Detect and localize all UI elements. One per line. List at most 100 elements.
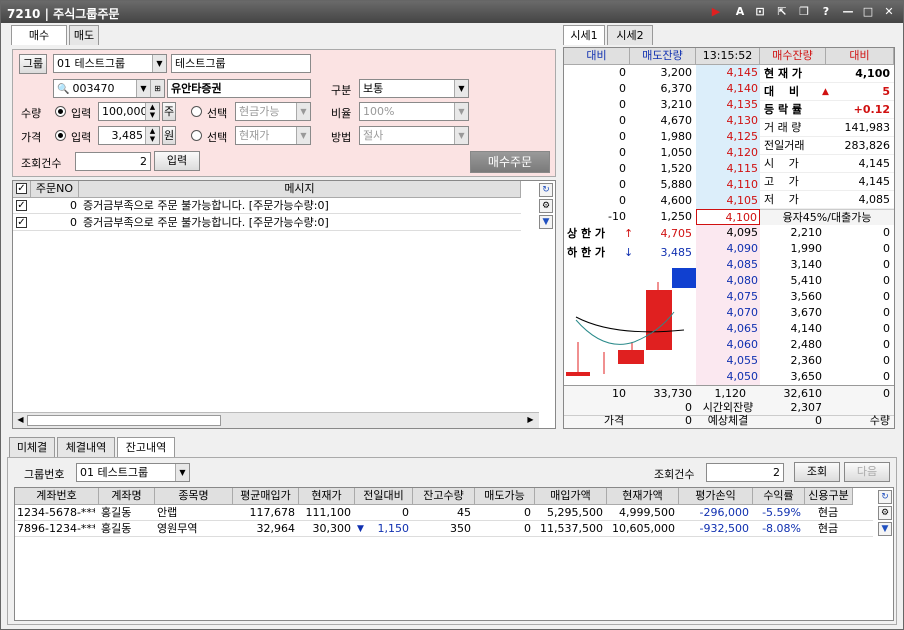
horizontal-scrollbar[interactable]: ◀ ▶ [13, 412, 539, 428]
select-all-checkbox[interactable]: ✓ [16, 183, 27, 194]
next-button[interactable]: 다음 [844, 462, 890, 482]
ask-row[interactable]: 0 6,370 4,140 [564, 81, 760, 97]
ask-price[interactable]: 4,115 [696, 161, 760, 177]
help-icon[interactable]: ? [819, 5, 833, 19]
close-icon[interactable]: ✕ [882, 5, 896, 19]
price-select-radio[interactable] [191, 130, 202, 141]
settings-icon[interactable]: ⚙ [539, 199, 553, 213]
ask-price[interactable]: 4,140 [696, 81, 760, 97]
tab-unfilled[interactable]: 미체결 [9, 437, 55, 457]
input-button[interactable]: 입력 [154, 151, 200, 171]
lookup-icon[interactable]: ⊞ [150, 80, 164, 97]
bid-price[interactable]: 4,095 [696, 225, 760, 241]
bid-row[interactable]: 4,090 1,990 0 [696, 241, 894, 257]
ask-row[interactable]: 0 3,200 4,145 [564, 65, 760, 81]
tab-quote-2[interactable]: 시세2 [607, 25, 653, 45]
ask-price[interactable]: 4,130 [696, 113, 760, 129]
expand-down-icon[interactable]: ▼ [878, 522, 892, 536]
tab-quote-1[interactable]: 시세1 [563, 25, 605, 45]
bid-row[interactable]: 4,055 2,360 0 [696, 353, 894, 369]
settings-icon[interactable]: ⚙ [878, 506, 892, 520]
bid-price[interactable]: 4,055 [696, 353, 760, 369]
ask-price[interactable]: 4,125 [696, 129, 760, 145]
ask-row[interactable]: 0 1,520 4,115 [564, 161, 760, 177]
minimize-icon[interactable]: — [841, 5, 855, 19]
group-name-field[interactable]: 테스트그룹 [171, 54, 311, 73]
link-icon[interactable]: ⊡ [753, 5, 767, 19]
ask-row[interactable]: 0 4,670 4,130 [564, 113, 760, 129]
ask-price[interactable]: 4,145 [696, 65, 760, 81]
bid-price[interactable]: 4,085 [696, 257, 760, 273]
tab-buy[interactable]: 매수 [11, 25, 67, 45]
message-row[interactable]: ✓ 0 증거금부족으로 주문 불가능합니다. [주문가능수량:0] [13, 215, 521, 231]
holdings-row[interactable]: 1234-5678-**** 홍길동 안랩 117,678 111,100 0 45 0 5,2… [15, 505, 873, 521]
ask-price[interactable]: 4,110 [696, 177, 760, 193]
qty-select-radio[interactable] [191, 106, 202, 117]
ask-price[interactable]: 4,100 [696, 209, 760, 225]
ask-price[interactable]: 4,105 [696, 193, 760, 209]
bid-price[interactable]: 4,050 [696, 369, 760, 385]
price-select[interactable]: 현재가 ▼ [235, 126, 311, 145]
ratio-select[interactable]: 100% ▼ [359, 102, 469, 121]
bid-price[interactable]: 4,060 [696, 337, 760, 353]
ask-row[interactable]: -10 1,250 4,100 [564, 209, 760, 225]
scroll-left-icon[interactable]: ◀ [15, 415, 26, 426]
bid-price[interactable]: 4,080 [696, 273, 760, 289]
tab-balance[interactable]: 잔고내역 [117, 437, 175, 457]
ask-row[interactable]: 0 1,050 4,120 [564, 145, 760, 161]
bid-row[interactable]: 4,070 3,670 0 [696, 305, 894, 321]
holdings-count-field[interactable]: 2 [706, 463, 784, 482]
holdings-row[interactable]: 7896-1234-**** 홍길동 영원무역 32,964 30,300 ▼ 1,150 3… [15, 521, 873, 537]
group-select[interactable]: 01 테스트그룹 ▼ [53, 54, 167, 73]
scrollbar-thumb[interactable] [27, 415, 221, 426]
method-select[interactable]: 절사 ▼ [359, 126, 469, 145]
bid-row[interactable]: 4,075 3,560 0 [696, 289, 894, 305]
text-icon[interactable]: A [733, 5, 747, 19]
type-select[interactable]: 보통 ▼ [359, 79, 469, 98]
export-icon[interactable]: ⇱ [775, 5, 789, 19]
bid-price[interactable]: 4,070 [696, 305, 760, 321]
refresh-icon[interactable]: ↻ [539, 183, 553, 197]
price-field[interactable]: 3,485 ▲ ▼ [98, 126, 160, 145]
qty-select[interactable]: 현금가능 ▼ [235, 102, 311, 121]
bid-price[interactable]: 4,075 [696, 289, 760, 305]
spinner-icon[interactable]: ▲ ▼ [145, 127, 159, 144]
group-button[interactable]: 그룹 [19, 54, 47, 74]
maximize-icon[interactable]: □ [861, 5, 875, 19]
bid-row[interactable]: 4,060 2,480 0 [696, 337, 894, 353]
ask-row[interactable]: 0 1,980 4,125 [564, 129, 760, 145]
row-checkbox[interactable]: ✓ [16, 217, 27, 228]
tab-sell[interactable]: 매도 [69, 25, 99, 45]
qty-input-radio[interactable] [55, 106, 66, 117]
qty-field[interactable]: 100,000 ▲ ▼ [98, 102, 160, 121]
bid-row[interactable]: 4,085 3,140 0 [696, 257, 894, 273]
search-button[interactable]: 조회 [794, 462, 840, 482]
ask-row[interactable]: 0 3,210 4,135 [564, 97, 760, 113]
tab-filled[interactable]: 체결내역 [57, 437, 115, 457]
bid-row[interactable]: 4,095 2,210 0 [696, 225, 894, 241]
count-field[interactable]: 2 [75, 152, 151, 171]
message-row[interactable]: ✓ 0 증거금부족으로 주문 불가능합니다. [주문가능수량:0] [13, 198, 521, 214]
stock-code-field[interactable]: 🔍 003470 ▼ ⊞ [53, 79, 165, 98]
scroll-right-icon[interactable]: ▶ [525, 415, 536, 426]
expand-down-icon[interactable]: ▼ [539, 215, 553, 229]
ask-row[interactable]: 0 5,880 4,110 [564, 177, 760, 193]
record-icon[interactable]: ▶ [709, 5, 723, 19]
search-icon[interactable]: 🔍 [57, 84, 69, 95]
select-all-header[interactable]: ✓ [13, 181, 31, 198]
bid-price[interactable]: 4,065 [696, 321, 760, 337]
bid-row[interactable]: 4,065 4,140 0 [696, 321, 894, 337]
price-input-radio[interactable] [55, 130, 66, 141]
restore-icon[interactable]: ❐ [797, 5, 811, 19]
buy-order-button[interactable]: 매수주문 [470, 151, 550, 173]
refresh-icon[interactable]: ↻ [878, 490, 892, 504]
spinner-icon[interactable]: ▲ ▼ [145, 103, 159, 120]
ask-price[interactable]: 4,135 [696, 97, 760, 113]
row-checkbox[interactable]: ✓ [16, 200, 27, 211]
ask-price[interactable]: 4,120 [696, 145, 760, 161]
ask-row[interactable]: 0 4,600 4,105 [564, 193, 760, 209]
bid-row[interactable]: 4,080 5,410 0 [696, 273, 894, 289]
bid-row[interactable]: 4,050 3,650 0 [696, 369, 894, 385]
bid-price[interactable]: 4,090 [696, 241, 760, 257]
holdings-group-select[interactable]: 01 테스트그룹 ▼ [76, 463, 190, 482]
